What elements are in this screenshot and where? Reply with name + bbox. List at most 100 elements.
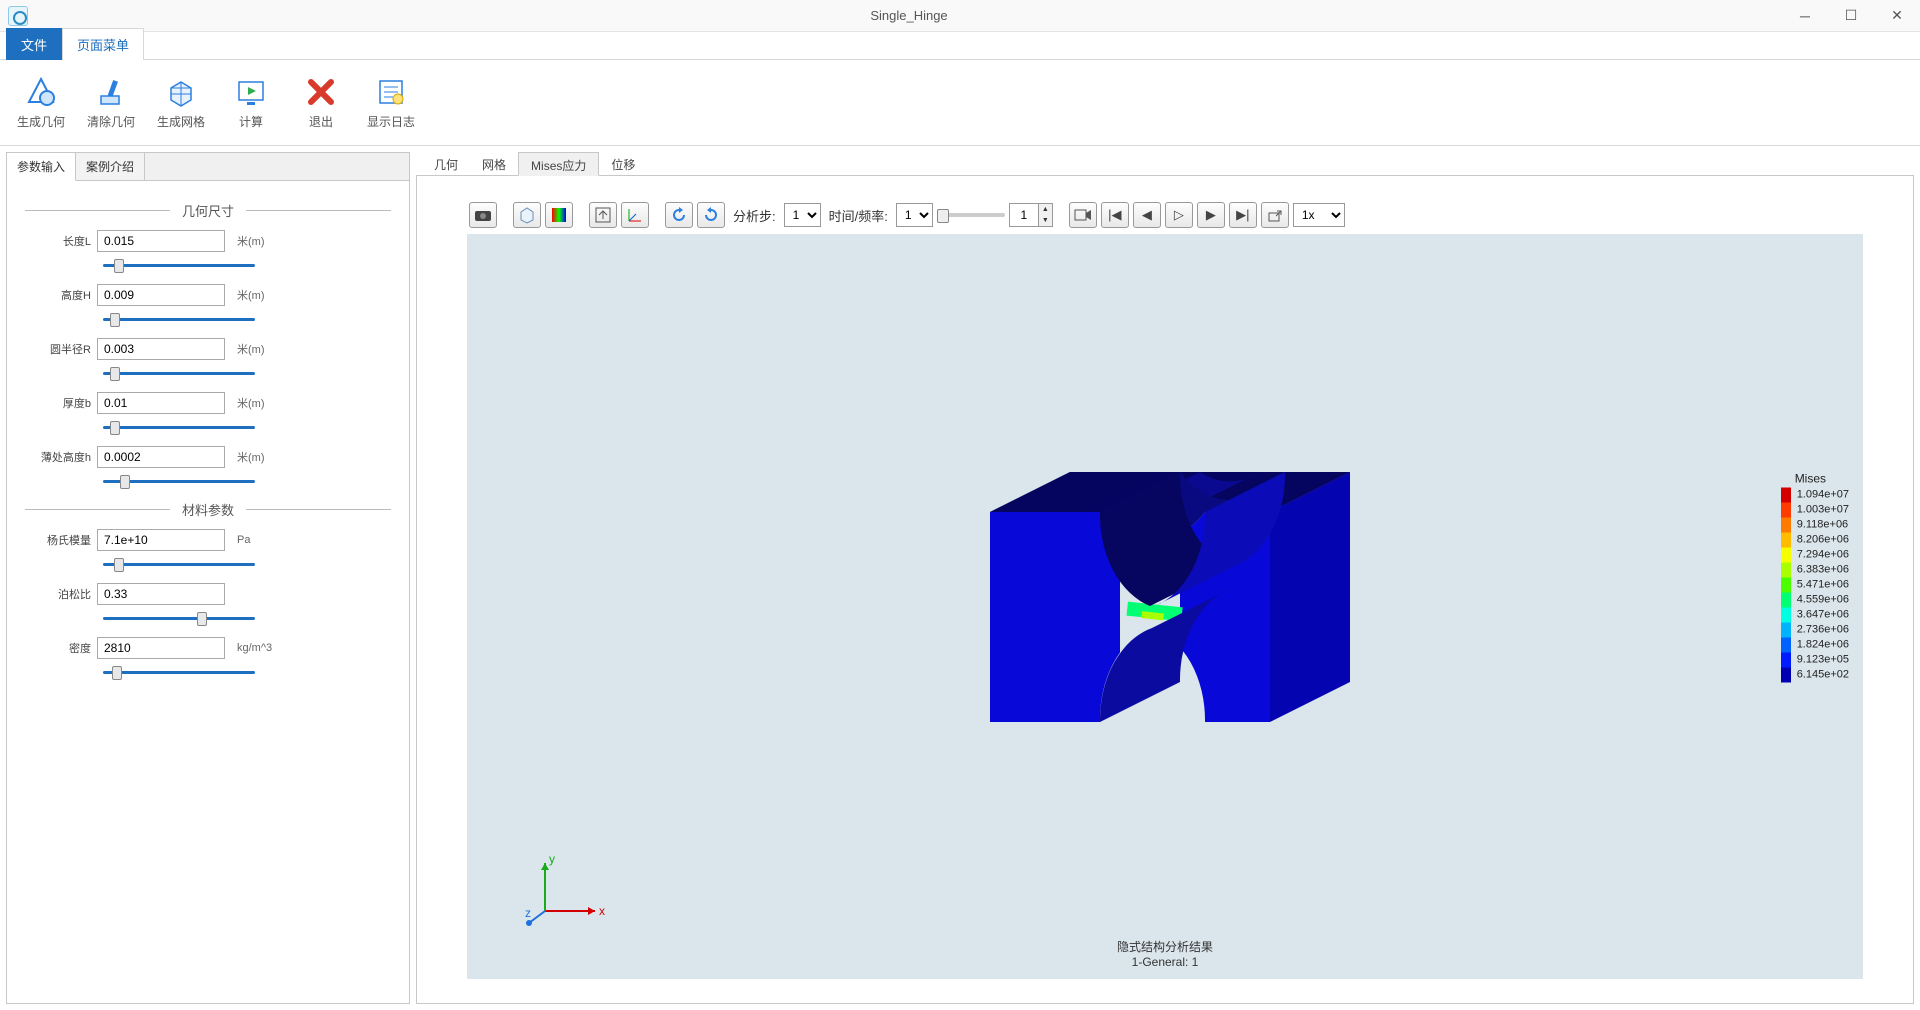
section-geom-title: 几何尺寸 bbox=[170, 201, 246, 220]
maximize-button[interactable]: ☐ bbox=[1828, 0, 1874, 32]
menu-file[interactable]: 文件 bbox=[6, 28, 62, 60]
close-button[interactable]: ✕ bbox=[1874, 0, 1920, 32]
ribbon-gen-geom[interactable]: 生成几何 bbox=[10, 71, 72, 134]
legend: Mises 1.094e+071.003e+079.118e+068.206e+… bbox=[1781, 471, 1849, 682]
param-length-unit: 米(m) bbox=[237, 233, 265, 249]
cube-view-icon[interactable] bbox=[513, 202, 541, 228]
param-radius-input[interactable] bbox=[97, 338, 225, 360]
freq-label: 时间/频率: bbox=[825, 206, 892, 225]
prev-frame-icon[interactable]: ◀ bbox=[1133, 202, 1161, 228]
tab-params[interactable]: 参数输入 bbox=[7, 153, 76, 181]
legend-row: 1.094e+07 bbox=[1781, 487, 1849, 502]
ribbon-compute[interactable]: 计算 bbox=[220, 71, 282, 134]
left-panel: 参数输入 案例介绍 几何尺寸 长度L 米(m) 高度H 米(m) 圆半径R 米(… bbox=[6, 152, 410, 1004]
legend-value: 9.118e+06 bbox=[1791, 519, 1849, 531]
param-height-unit: 米(m) bbox=[237, 287, 265, 303]
legend-row: 1.824e+06 bbox=[1781, 637, 1849, 652]
param-thinh-slider[interactable] bbox=[103, 480, 255, 483]
model-3d bbox=[950, 452, 1380, 762]
menu-page[interactable]: 页面菜单 bbox=[62, 28, 144, 60]
tab-disp-result[interactable]: 位移 bbox=[599, 152, 647, 175]
param-density-label: 密度 bbox=[25, 640, 97, 656]
legend-row: 3.647e+06 bbox=[1781, 607, 1849, 622]
tab-mises-result[interactable]: Mises应力 bbox=[518, 152, 599, 176]
axes-triad: x y z bbox=[525, 851, 615, 931]
section-material-title: 材料参数 bbox=[170, 500, 246, 519]
legend-row: 4.559e+06 bbox=[1781, 592, 1849, 607]
legend-value: 1.094e+07 bbox=[1791, 489, 1849, 501]
frame-spin[interactable]: ▲▼ bbox=[1009, 203, 1053, 227]
freq-select[interactable]: 1 bbox=[896, 203, 933, 227]
param-thickness-unit: 米(m) bbox=[237, 395, 265, 411]
param-height-label: 高度H bbox=[25, 287, 97, 303]
legend-swatch bbox=[1781, 577, 1791, 592]
legend-swatch bbox=[1781, 547, 1791, 562]
legend-row: 1.003e+07 bbox=[1781, 502, 1849, 517]
tab-mesh-result[interactable]: 网格 bbox=[470, 152, 518, 175]
ribbon-show-log[interactable]: 显示日志 bbox=[360, 71, 422, 134]
legend-swatch bbox=[1781, 667, 1791, 682]
axes-toggle-icon[interactable] bbox=[621, 202, 649, 228]
legend-value: 3.647e+06 bbox=[1791, 609, 1849, 621]
param-length-input[interactable] bbox=[97, 230, 225, 252]
param-radius-slider[interactable] bbox=[103, 372, 255, 375]
tab-intro[interactable]: 案例介绍 bbox=[76, 153, 145, 180]
time-slider[interactable] bbox=[937, 213, 1005, 217]
tab-geom-result[interactable]: 几何 bbox=[422, 152, 470, 175]
param-thinh-unit: 米(m) bbox=[237, 449, 265, 465]
param-thickness-label: 厚度b bbox=[25, 395, 97, 411]
minimize-button[interactable]: ─ bbox=[1782, 0, 1828, 32]
result-caption: 隐式结构分析结果 1-General: 1 bbox=[1117, 938, 1213, 969]
ribbon-gen-mesh[interactable]: 生成网格 bbox=[150, 71, 212, 134]
step-select[interactable]: 1 bbox=[784, 203, 821, 227]
cube-mesh-icon bbox=[164, 75, 198, 109]
param-height-input[interactable] bbox=[97, 284, 225, 306]
ribbon-clear-geom[interactable]: 清除几何 bbox=[80, 71, 142, 134]
next-frame-icon[interactable]: ▶ bbox=[1197, 202, 1225, 228]
param-height-slider[interactable] bbox=[103, 318, 255, 321]
param-density-slider[interactable] bbox=[103, 671, 255, 674]
ribbon: 生成几何 清除几何 生成网格 计算 退出 显示日志 bbox=[0, 60, 1920, 146]
app-icon bbox=[8, 6, 28, 26]
speed-select[interactable]: 1x bbox=[1293, 203, 1345, 227]
contour-icon[interactable] bbox=[545, 202, 573, 228]
legend-value: 7.294e+06 bbox=[1791, 549, 1849, 561]
legend-title: Mises bbox=[1781, 471, 1849, 485]
ribbon-exit[interactable]: 退出 bbox=[290, 71, 352, 134]
camera-icon[interactable] bbox=[469, 202, 497, 228]
param-poisson-label: 泊松比 bbox=[25, 586, 97, 602]
rotate-cw-icon[interactable] bbox=[697, 202, 725, 228]
param-thinh-input[interactable] bbox=[97, 446, 225, 468]
svg-text:z: z bbox=[525, 906, 531, 920]
first-frame-icon[interactable]: |◀ bbox=[1101, 202, 1129, 228]
viewer-canvas[interactable]: x y z 隐式结构分析结果 1-General: 1 Mises 1.094e… bbox=[467, 234, 1863, 979]
param-poisson-slider[interactable] bbox=[103, 617, 255, 620]
menubar: 文件 页面菜单 bbox=[0, 32, 1920, 60]
param-length-slider[interactable] bbox=[103, 264, 255, 267]
param-thinh-label: 薄处高度h bbox=[25, 449, 97, 465]
param-density-unit: kg/m^3 bbox=[237, 642, 272, 654]
param-poisson-input[interactable] bbox=[97, 583, 225, 605]
legend-row: 7.294e+06 bbox=[1781, 547, 1849, 562]
param-thickness-input[interactable] bbox=[97, 392, 225, 414]
export-icon[interactable] bbox=[1261, 202, 1289, 228]
legend-swatch bbox=[1781, 607, 1791, 622]
fit-icon[interactable] bbox=[589, 202, 617, 228]
param-thickness-slider[interactable] bbox=[103, 426, 255, 429]
rotate-ccw-icon[interactable] bbox=[665, 202, 693, 228]
play-icon[interactable]: ▷ bbox=[1165, 202, 1193, 228]
param-radius-unit: 米(m) bbox=[237, 341, 265, 357]
viewer-toolbar: 分析步: 1 时间/频率: 1 ▲▼ |◀ ◀ ▷ ▶ ▶| 1x bbox=[467, 200, 1863, 230]
triangle-circle-icon bbox=[24, 75, 58, 109]
last-frame-icon[interactable]: ▶| bbox=[1229, 202, 1257, 228]
param-youngs-input[interactable] bbox=[97, 529, 225, 551]
param-density-input[interactable] bbox=[97, 637, 225, 659]
svg-text:x: x bbox=[599, 904, 605, 918]
legend-swatch bbox=[1781, 637, 1791, 652]
legend-value: 6.145e+02 bbox=[1791, 669, 1849, 681]
legend-value: 6.383e+06 bbox=[1791, 564, 1849, 576]
legend-value: 5.471e+06 bbox=[1791, 579, 1849, 591]
record-icon[interactable] bbox=[1069, 202, 1097, 228]
param-youngs-slider[interactable] bbox=[103, 563, 255, 566]
legend-value: 1.003e+07 bbox=[1791, 504, 1849, 516]
